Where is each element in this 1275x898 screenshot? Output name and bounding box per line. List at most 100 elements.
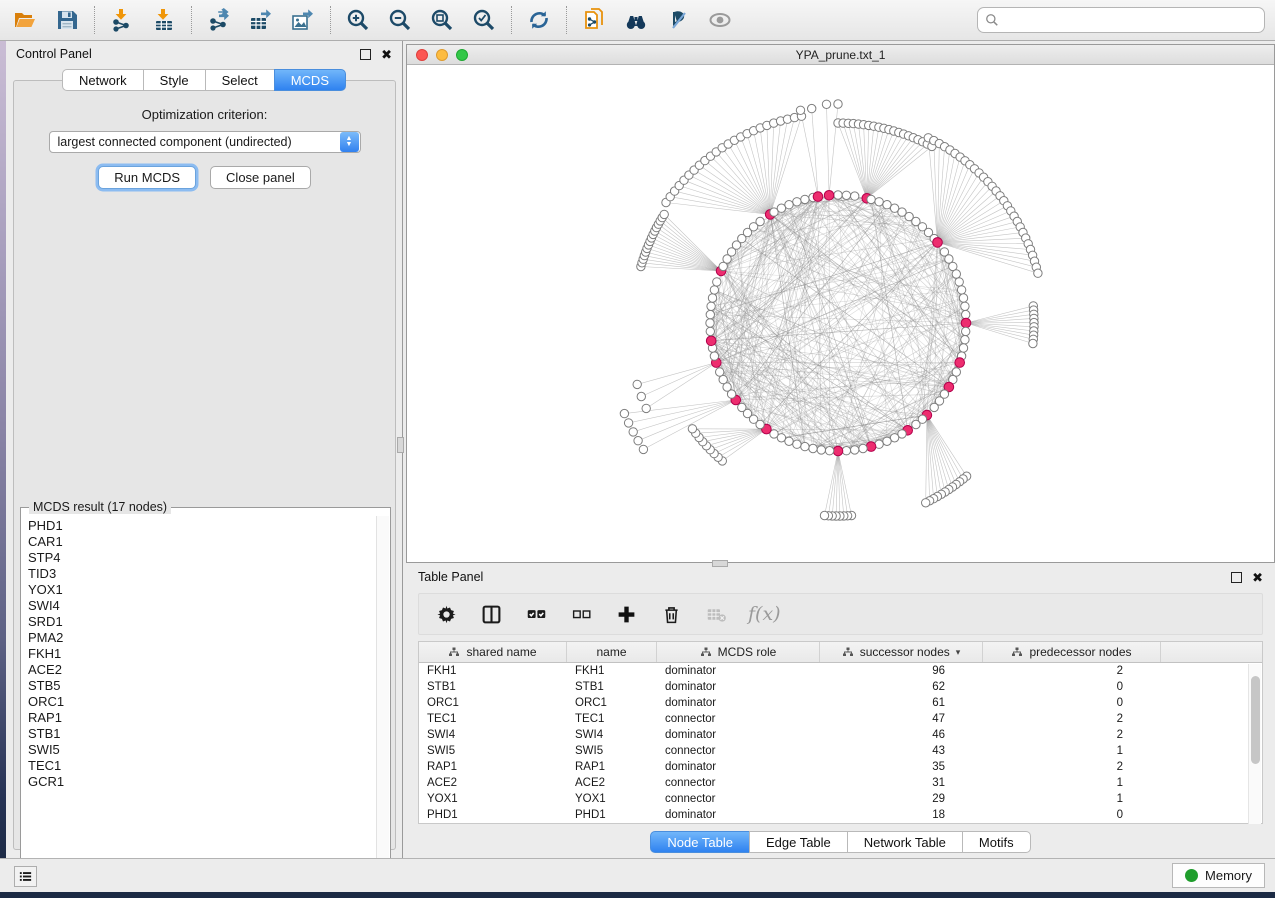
- mcds-result-box: MCDS result (17 nodes) PHD1CAR1STP4TID3Y…: [20, 507, 391, 879]
- export-network-icon[interactable]: [206, 7, 232, 33]
- apply-layout-icon[interactable]: [526, 7, 552, 33]
- cell-shared_name: YOX1: [419, 793, 567, 805]
- import-network-icon[interactable]: [109, 7, 135, 33]
- mcds-result-scrollbar[interactable]: [376, 516, 389, 876]
- table-panel-title: Table Panel: [418, 570, 483, 584]
- select-all-rows-icon[interactable]: [523, 601, 549, 627]
- network-canvas[interactable]: [407, 65, 1274, 562]
- table-row[interactable]: FKH1FKH1dominator962: [419, 663, 1262, 679]
- mcds-result-item[interactable]: SRD1: [28, 614, 377, 630]
- zoom-fit-icon[interactable]: [429, 7, 455, 33]
- column-header-shared-name[interactable]: shared name: [419, 642, 567, 662]
- cell-successor_nodes: 29: [820, 793, 983, 805]
- optimization-criterion-select[interactable]: largest connected component (undirected)…: [49, 131, 361, 153]
- mcds-result-list[interactable]: PHD1CAR1STP4TID3YOX1SWI4SRD1PMA2FKH1ACE2…: [22, 516, 377, 876]
- table-row[interactable]: TEC1TEC1connector472: [419, 711, 1262, 727]
- table-row[interactable]: YOX1YOX1connector291: [419, 791, 1262, 807]
- mcds-result-item[interactable]: GCR1: [28, 774, 377, 790]
- tab-edge-table[interactable]: Edge Table: [749, 831, 847, 853]
- tab-network[interactable]: Network: [62, 69, 143, 91]
- column-header-name[interactable]: name: [567, 642, 657, 662]
- mcds-result-item[interactable]: TID3: [28, 566, 377, 582]
- column-visibility-icon[interactable]: [478, 601, 504, 627]
- vertical-splitter-handle[interactable]: [397, 437, 404, 453]
- table-row[interactable]: PHD1PHD1dominator180: [419, 807, 1262, 823]
- mcds-result-item[interactable]: STP4: [28, 550, 377, 566]
- mcds-result-item[interactable]: FKH1: [28, 646, 377, 662]
- column-header-predecessor-nodes[interactable]: predecessor nodes: [983, 642, 1161, 662]
- table-toolbar: f(x): [418, 593, 1263, 635]
- table-row[interactable]: SWI5SWI5connector431: [419, 743, 1262, 759]
- table-row[interactable]: ORC1ORC1dominator610: [419, 695, 1262, 711]
- tab-network-table[interactable]: Network Table: [847, 831, 962, 853]
- mcds-result-item[interactable]: CAR1: [28, 534, 377, 550]
- column-header-successor-nodes[interactable]: successor nodes▾: [820, 642, 983, 662]
- export-table-icon[interactable]: [248, 7, 274, 33]
- close-table-panel-icon[interactable]: ✖: [1252, 572, 1263, 583]
- delete-column-icon[interactable]: [658, 601, 684, 627]
- tab-motifs[interactable]: Motifs: [962, 831, 1031, 853]
- cell-successor_nodes: 35: [820, 761, 983, 773]
- cell-name: STB1: [567, 681, 657, 693]
- cell-shared_name: SWI5: [419, 745, 567, 757]
- add-column-icon[interactable]: [613, 601, 639, 627]
- hide-selected-icon[interactable]: [665, 7, 691, 33]
- search-input[interactable]: [1004, 13, 1257, 27]
- cell-successor_nodes: 31: [820, 777, 983, 789]
- function-builder-icon: f(x): [748, 603, 781, 625]
- mcds-result-item[interactable]: STB5: [28, 678, 377, 694]
- mcds-result-item[interactable]: SWI4: [28, 598, 377, 614]
- save-session-icon[interactable]: [54, 7, 80, 33]
- cell-mcds_role: dominator: [657, 697, 820, 709]
- cell-name: ACE2: [567, 777, 657, 789]
- show-all-icon[interactable]: [707, 7, 733, 33]
- mcds-result-item[interactable]: PMA2: [28, 630, 377, 646]
- table-row[interactable]: SWI4SWI4dominator462: [419, 727, 1262, 743]
- tab-select[interactable]: Select: [205, 69, 274, 91]
- table-row[interactable]: ACE2ACE2connector311: [419, 775, 1262, 791]
- cell-name: TEC1: [567, 713, 657, 725]
- clone-network-icon[interactable]: [581, 7, 607, 33]
- open-file-icon[interactable]: [12, 7, 38, 33]
- tab-node-table[interactable]: Node Table: [650, 831, 749, 853]
- mcds-result-item[interactable]: ORC1: [28, 694, 377, 710]
- mcds-result-item[interactable]: RAP1: [28, 710, 377, 726]
- tab-mcds[interactable]: MCDS: [274, 69, 346, 91]
- first-neighbors-icon[interactable]: [623, 7, 649, 33]
- zoom-in-icon[interactable]: [345, 7, 371, 33]
- float-panel-icon[interactable]: [360, 49, 371, 60]
- memory-button[interactable]: Memory: [1172, 863, 1265, 888]
- mcds-result-item[interactable]: SWI5: [28, 742, 377, 758]
- close-panel-button[interactable]: Close panel: [210, 166, 311, 189]
- mcds-result-item[interactable]: PHD1: [28, 518, 377, 534]
- horizontal-splitter-handle[interactable]: [712, 560, 728, 567]
- list-icon: [18, 869, 33, 884]
- zoom-selected-icon[interactable]: [471, 7, 497, 33]
- table-panel: Table Panel ✖ f(x) shared namenameMCDS: [406, 565, 1275, 858]
- table-scrollbar-thumb[interactable]: [1251, 676, 1260, 764]
- deselect-all-rows-icon[interactable]: [568, 601, 594, 627]
- run-mcds-button[interactable]: Run MCDS: [98, 166, 196, 189]
- mcds-result-item[interactable]: STB1: [28, 726, 377, 742]
- zoom-out-icon[interactable]: [387, 7, 413, 33]
- table-scrollbar[interactable]: [1248, 664, 1261, 824]
- search-box[interactable]: [977, 7, 1265, 33]
- cell-name: RAP1: [567, 761, 657, 773]
- cell-mcds_role: dominator: [657, 729, 820, 741]
- mcds-result-item[interactable]: ACE2: [28, 662, 377, 678]
- column-header-MCDS-role[interactable]: MCDS role: [657, 642, 820, 662]
- table-row[interactable]: STB1STB1dominator620: [419, 679, 1262, 695]
- float-table-panel-icon[interactable]: [1231, 572, 1242, 583]
- desktop-wallpaper-bottom: [0, 892, 1275, 898]
- table-row[interactable]: RAP1RAP1dominator352: [419, 759, 1262, 775]
- network-window-titlebar[interactable]: YPA_prune.txt_1: [407, 45, 1274, 65]
- mcds-result-item[interactable]: TEC1: [28, 758, 377, 774]
- close-panel-icon[interactable]: ✖: [381, 49, 392, 60]
- table-settings-icon[interactable]: [433, 601, 459, 627]
- tab-style[interactable]: Style: [143, 69, 205, 91]
- import-table-icon[interactable]: [151, 7, 177, 33]
- cell-mcds_role: dominator: [657, 681, 820, 693]
- export-image-icon[interactable]: [290, 7, 316, 33]
- task-history-button[interactable]: [14, 866, 37, 887]
- mcds-result-item[interactable]: YOX1: [28, 582, 377, 598]
